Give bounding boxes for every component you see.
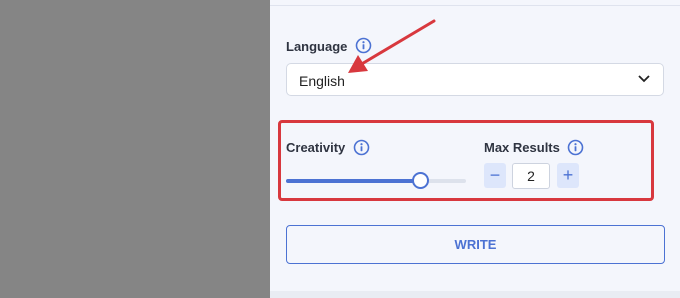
annotation-highlight-box [278, 120, 654, 201]
panel-footer [270, 291, 680, 298]
chevron-down-icon [638, 75, 650, 83]
backdrop-overlay [0, 0, 270, 298]
annotation-arrow-icon [348, 19, 436, 73]
write-button[interactable]: WRITE [286, 225, 665, 264]
divider [270, 5, 680, 6]
